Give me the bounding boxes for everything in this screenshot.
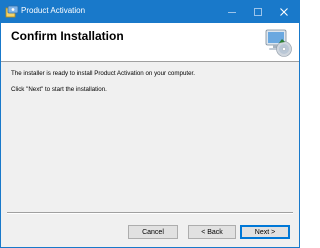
footer-divider (7, 212, 293, 214)
window-title: Product Activation (21, 6, 86, 15)
minimize-button[interactable] (219, 1, 245, 23)
close-button[interactable] (271, 1, 297, 23)
installer-window: Product Activation Confirm Installation … (0, 0, 300, 248)
maximize-button[interactable] (245, 1, 271, 23)
installer-icon (5, 5, 19, 18)
minimize-icon (228, 12, 236, 13)
instruction-message: Click "Next" to start the installation. (11, 86, 107, 93)
title-bar[interactable]: Product Activation (1, 1, 299, 23)
header-banner: Confirm Installation (1, 23, 299, 62)
back-button[interactable]: < Back (188, 225, 236, 239)
next-button[interactable]: Next > (240, 225, 290, 239)
computer-cd-icon (265, 29, 292, 57)
ready-message: The installer is ready to install Produc… (11, 70, 195, 77)
close-icon (280, 8, 288, 16)
page-title: Confirm Installation (11, 29, 124, 43)
maximize-icon (254, 8, 262, 16)
cancel-button[interactable]: Cancel (128, 225, 178, 239)
